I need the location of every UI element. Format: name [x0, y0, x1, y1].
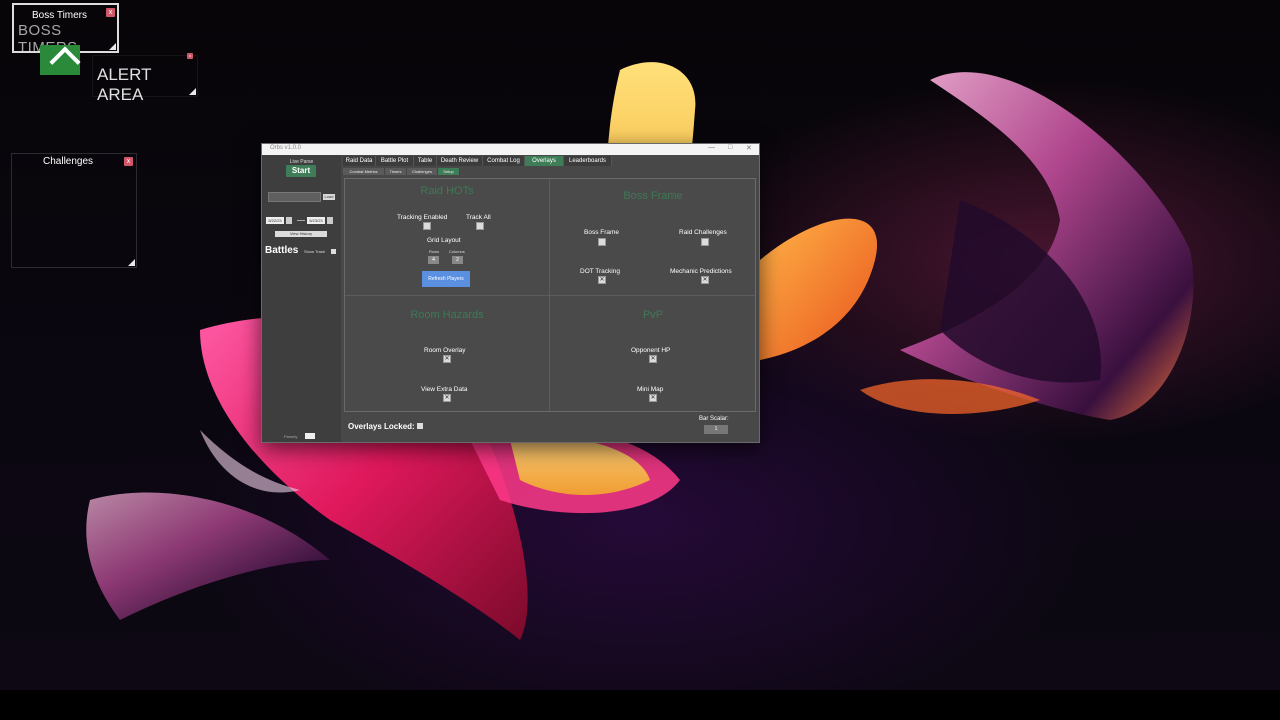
resize-grip-icon[interactable] [189, 88, 196, 95]
boss-frame-label: Boss Frame [584, 229, 620, 236]
window-title: Orbs v1.0.0 [270, 145, 302, 151]
log-path-input[interactable] [268, 192, 321, 202]
tab-combat-log[interactable]: Combat Log [483, 156, 525, 166]
resize-grip-icon[interactable] [128, 259, 135, 266]
parsely-toggle[interactable] [305, 433, 315, 439]
date-to-field[interactable]: 5/23/23 [307, 217, 325, 224]
tab-raid-data[interactable]: Raid Data [343, 156, 376, 166]
boss-frame-title: Boss Frame [623, 190, 683, 202]
mechanic-predictions-checkbox[interactable]: ✕ [701, 276, 709, 284]
parsely-label: Parsely [284, 434, 298, 439]
columns-label: Columns [449, 249, 465, 254]
date-separator [297, 220, 305, 221]
track-all-label: Track All [466, 214, 491, 221]
load-button[interactable]: Load [323, 194, 335, 200]
room-overlay-label: Room Overlay [424, 347, 466, 354]
bottom-bar [0, 690, 1280, 720]
grid-layout-label: Grid Layout [427, 237, 461, 244]
subtab-timers[interactable]: Timers [385, 168, 407, 175]
columns-stepper[interactable]: 2 [452, 256, 463, 264]
mechanic-predictions-label: Mechanic Predictions [670, 268, 732, 275]
raid-challenges-label: Raid Challenges [679, 229, 727, 236]
challenges-title: Challenges [43, 156, 94, 167]
sidebar: Live Parse Start Load 5/22/23 5/23/23 Vi… [262, 155, 341, 442]
subtab-setup[interactable]: Setup [438, 168, 460, 175]
refresh-players-button[interactable]: Refresh Players [422, 271, 470, 287]
boss-timers-title: Boss Timers [32, 10, 88, 21]
close-icon[interactable]: x [106, 8, 115, 17]
room-hazards-title: Room Hazards [410, 309, 484, 321]
minimize-icon[interactable]: — [708, 144, 715, 151]
maximize-icon[interactable]: □ [728, 144, 732, 151]
tab-leaderboards[interactable]: Leaderboards [564, 156, 612, 166]
date-from-field[interactable]: 5/22/23 [266, 217, 284, 224]
view-history-button[interactable]: View History [275, 231, 327, 237]
divider-horizontal [345, 295, 755, 296]
rows-label: Rows [429, 249, 440, 254]
track-all-checkbox[interactable] [476, 222, 484, 230]
bar-scalar-input[interactable]: 1 [704, 425, 728, 434]
show-trash-checkbox[interactable] [331, 249, 336, 254]
battles-heading: Battles [265, 245, 299, 256]
pvp-title: PvP [642, 309, 664, 321]
app-window: Orbs v1.0.0 — □ ✕ Live Parse Start Load … [261, 143, 760, 443]
overlay-footer: Overlays Locked: Bar Scalar: 1 [344, 412, 754, 438]
alert-area-overlay[interactable]: ALERT AREA x [92, 53, 198, 104]
dot-tracking-label: DOT Tracking [580, 268, 620, 275]
view-extra-data-checkbox[interactable]: ✕ [443, 394, 451, 402]
calendar-icon[interactable] [327, 217, 333, 224]
opponent-hp-label: Opponent HP [631, 347, 671, 354]
tab-battle-plot[interactable]: Battle Plot [376, 156, 414, 166]
view-extra-data-label: View Extra Data [421, 386, 468, 393]
close-icon[interactable]: x [124, 157, 133, 166]
show-trash-label: Show Trash [304, 249, 326, 254]
subtab-challenges[interactable]: Challenges [407, 168, 438, 175]
bar-scalar-label: Bar Scalar: [699, 416, 729, 422]
start-button[interactable]: Start [286, 165, 316, 177]
boss-frame-checkbox[interactable] [598, 238, 606, 246]
overlays-locked-checkbox[interactable] [417, 423, 423, 429]
challenges-overlay[interactable]: Challenges x [11, 153, 137, 268]
alert-icon [40, 45, 81, 78]
close-window-icon[interactable]: ✕ [746, 144, 752, 152]
tab-overlays[interactable]: Overlays [525, 156, 564, 166]
close-icon[interactable]: x [187, 53, 193, 59]
title-bar[interactable]: Orbs v1.0.0 — □ ✕ [262, 144, 759, 155]
tracking-enabled-label: Tracking Enabled [397, 214, 448, 221]
rows-stepper[interactable]: 4 [428, 256, 439, 264]
tracking-enabled-checkbox[interactable] [423, 222, 431, 230]
resize-grip-icon[interactable] [109, 43, 116, 50]
raid-challenges-checkbox[interactable] [701, 238, 709, 246]
calendar-icon[interactable] [286, 217, 292, 224]
raid-hots-title: Raid HOTs [420, 185, 474, 197]
opponent-hp-checkbox[interactable]: ✕ [649, 355, 657, 363]
tab-table[interactable]: Table [414, 156, 437, 166]
mini-map-checkbox[interactable]: ✕ [649, 394, 657, 402]
overlays-locked-label: Overlays Locked: [348, 422, 415, 431]
dot-tracking-checkbox[interactable]: ✕ [598, 276, 606, 284]
alert-area-label: ALERT AREA [97, 65, 152, 104]
tab-death-review[interactable]: Death Review [437, 156, 483, 166]
overlay-setup-panel: Raid HOTs Tracking Enabled Track All Gri… [344, 178, 756, 412]
subtab-combat-metrics[interactable]: Combat Metrics [343, 168, 385, 175]
mini-map-label: Mini Map [637, 386, 664, 393]
room-overlay-checkbox[interactable]: ✕ [443, 355, 451, 363]
